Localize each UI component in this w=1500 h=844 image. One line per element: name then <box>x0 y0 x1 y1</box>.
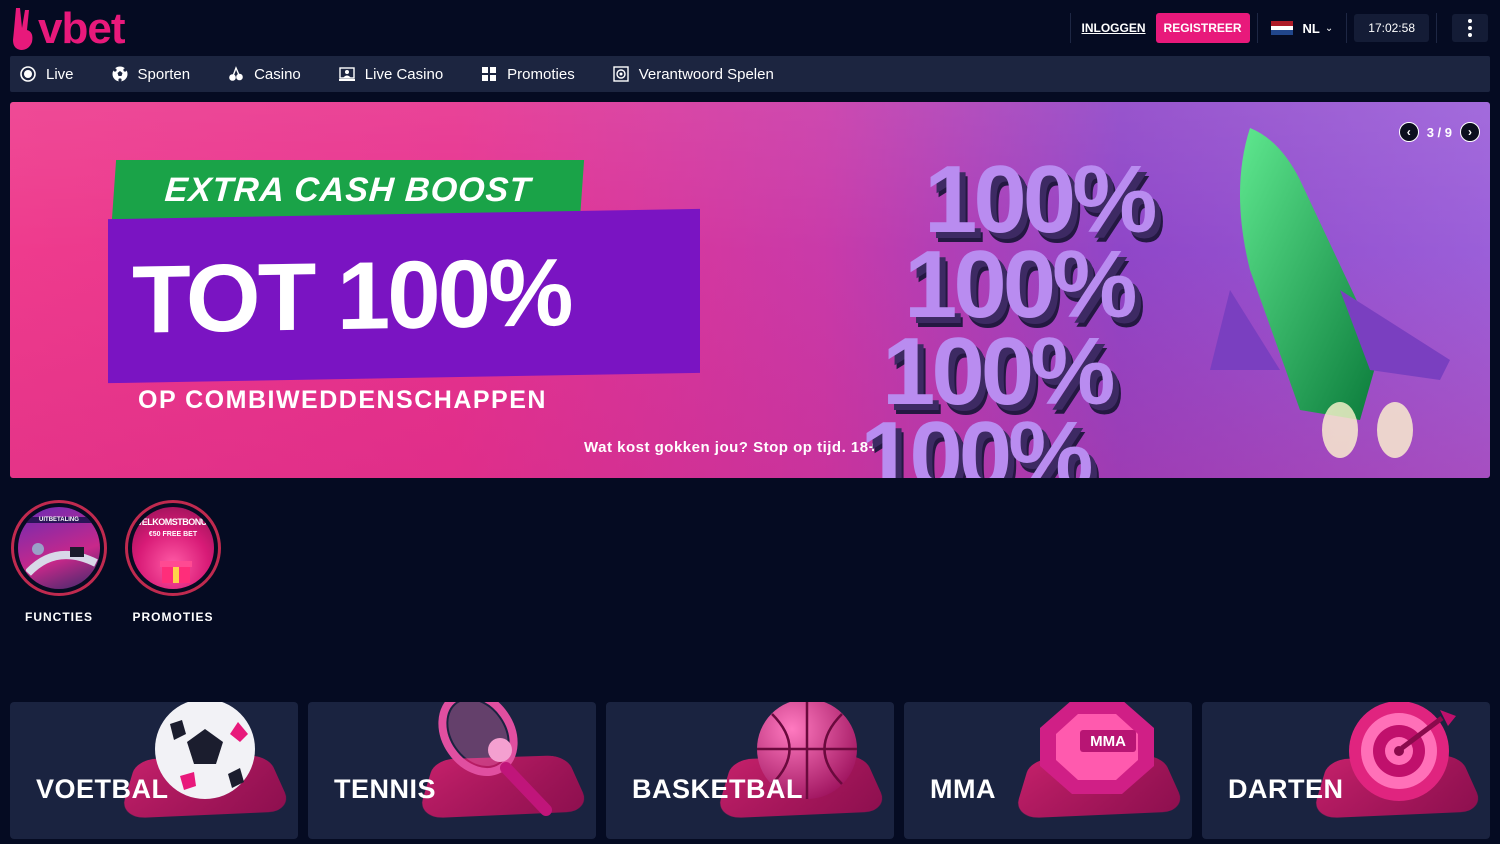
sport-label: BASKETBAL <box>632 774 803 804</box>
divider <box>1346 13 1348 43</box>
divider <box>1256 13 1258 43</box>
peace-hand-icon <box>13 8 33 50</box>
story-thumb-text: WELKOMSTBONUS <box>133 517 213 527</box>
banner-headline-box: TOT 100% <box>108 208 700 384</box>
nav-label: Verantwoord Spelen <box>638 65 774 83</box>
responsible-gaming-icon <box>613 66 629 82</box>
netherlands-flag-icon <box>1270 21 1293 36</box>
banner-pager-count: 3 / 9 <box>1426 124 1452 140</box>
soccer-ball-icon <box>112 66 128 82</box>
story-ring: WELKOMSTBONUS €50 FREE BET <box>125 500 221 596</box>
nav-label: Live <box>46 65 74 83</box>
dartboard-icon <box>1349 702 1456 801</box>
track-icon <box>26 543 98 576</box>
nav-label: Live Casino <box>364 65 444 83</box>
sport-card-mma[interactable]: MMA MMA <box>904 702 1192 839</box>
banner-disclaimer: Wat kost gokken jou? Stop op tijd. 18+ <box>584 439 878 456</box>
story-functies[interactable]: UITBETALING FUNCTIES <box>11 500 107 624</box>
dot <box>1468 26 1472 30</box>
more-menu-button[interactable] <box>1452 14 1488 42</box>
nav-item-promoties[interactable]: Promoties <box>471 56 585 92</box>
banner-prev-button[interactable]: ‹ <box>1398 122 1419 142</box>
nav-item-live[interactable]: Live <box>10 56 84 92</box>
cherries-icon <box>228 66 244 82</box>
live-icon <box>20 66 36 82</box>
header-actions: INLOGGEN REGISTREER NL ⌄ 17:02:58 <box>1063 13 1488 43</box>
logo-text: vbet <box>38 4 125 53</box>
banner-tag-text: EXTRA CASH BOOST <box>163 170 533 209</box>
sport-card-basketbal[interactable]: BASKETBAL <box>606 702 894 839</box>
story-thumb-sub: €50 FREE BET <box>148 531 198 538</box>
language-code: NL <box>1302 20 1320 36</box>
nav-item-verantwoord-spelen[interactable]: Verantwoord Spelen <box>603 56 784 92</box>
nav-item-casino[interactable]: Casino <box>218 56 311 92</box>
tennis-racket-icon <box>438 702 552 816</box>
chevron-down-icon: ⌄ <box>1324 22 1334 34</box>
banner-pager: ‹ 3 / 9 › <box>1398 122 1480 142</box>
gift-box-icon <box>160 561 192 583</box>
sport-label: MMA <box>930 774 996 804</box>
rocket-icon <box>1210 128 1450 458</box>
top-header: vbet INLOGGEN REGISTREER NL ⌄ 17:02:58 <box>0 0 1500 56</box>
login-button[interactable]: INLOGGEN <box>1078 21 1150 35</box>
nav-item-sporten[interactable]: Sporten <box>102 56 201 92</box>
banner-subtitle: OP COMBIWEDDENSCHAPPEN <box>138 386 547 414</box>
main-nav: Live Sporten Casino Live Casino Promotie… <box>10 56 1490 92</box>
nav-label: Promoties <box>507 65 575 83</box>
story-label: PROMOTIES <box>132 610 214 624</box>
banner-next-button[interactable]: › <box>1460 122 1480 142</box>
dot <box>1468 33 1472 37</box>
sport-card-voetbal[interactable]: VOETBAL <box>10 702 298 839</box>
divider <box>1069 13 1071 43</box>
vbet-logo[interactable]: vbet <box>10 4 125 54</box>
story-promoties[interactable]: WELKOMSTBONUS €50 FREE BET PROMOTIES <box>125 500 221 624</box>
dot <box>1468 19 1472 23</box>
gift-icon <box>481 66 497 82</box>
banner-tag: EXTRA CASH BOOST <box>111 160 585 220</box>
nav-label: Casino <box>254 65 301 83</box>
register-button[interactable]: REGISTREER <box>1155 13 1250 43</box>
language-selector[interactable]: NL ⌄ <box>1265 13 1340 43</box>
nav-label: Sporten <box>137 65 191 83</box>
mma-octagon-icon <box>1040 702 1154 794</box>
sport-label: VOETBAL <box>36 774 169 804</box>
sport-label: TENNIS <box>334 774 437 804</box>
mma-badge: MMA <box>1080 730 1136 752</box>
story-thumbnail: UITBETALING <box>18 507 100 589</box>
story-thumbnail: WELKOMSTBONUS €50 FREE BET <box>132 507 214 589</box>
sport-label: DARTEN <box>1228 774 1344 804</box>
clock: 17:02:58 <box>1354 14 1429 42</box>
sport-card-tennis[interactable]: TENNIS <box>308 702 596 839</box>
promo-banner[interactable]: EXTRA CASH BOOST TOT 100% OP COMBIWEDDEN… <box>10 102 1490 478</box>
percent-stack-text: 100% <box>860 402 1094 479</box>
divider <box>1436 13 1437 43</box>
sport-card-darten[interactable]: DARTEN <box>1202 702 1490 839</box>
nav-item-live-casino[interactable]: Live Casino <box>329 56 453 92</box>
story-thumb-text: UITBETALING <box>18 517 100 523</box>
story-ring: UITBETALING <box>11 500 107 596</box>
banner-headline: TOT 100% <box>132 239 571 354</box>
live-dealer-icon <box>338 66 355 82</box>
